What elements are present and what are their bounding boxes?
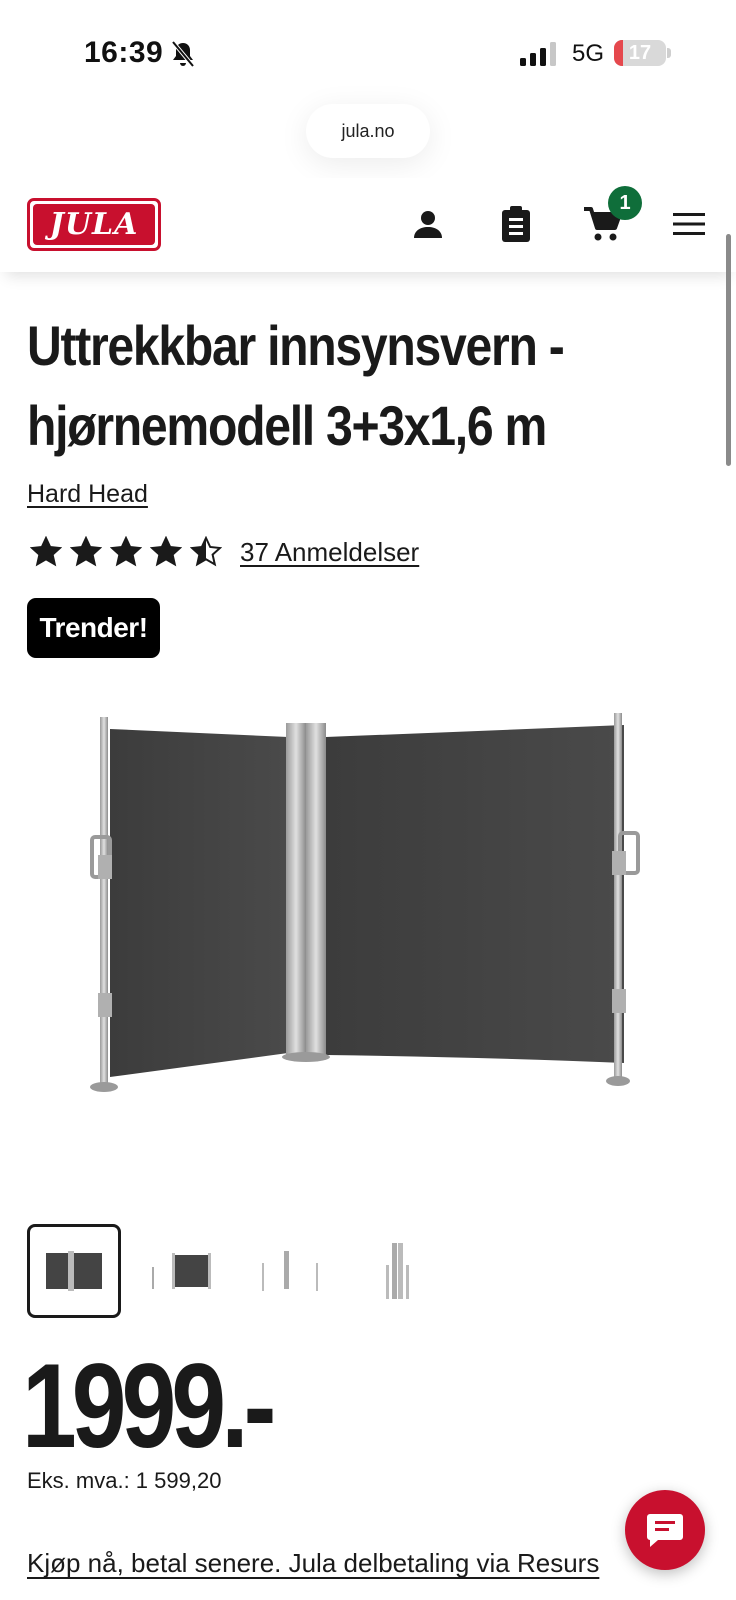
pay-later-link[interactable]: Kjøp nå, betal senere. Jula delbetaling … xyxy=(27,1548,599,1579)
price-ex-vat: Eks. mva.: 1 599,20 xyxy=(27,1468,222,1493)
chat-button[interactable] xyxy=(625,1490,705,1570)
url-bar[interactable]: jula.no xyxy=(306,104,430,158)
bell-off-icon xyxy=(171,40,195,68)
star-icon xyxy=(190,536,222,567)
hamburger-menu-icon xyxy=(673,213,705,235)
status-bar: 16:39 5G 17 xyxy=(0,0,736,100)
trending-badge: Trender! xyxy=(27,598,160,658)
thumbnail-1[interactable] xyxy=(27,1224,121,1318)
product-title: Uttrekkbar innsynsvern - hjørnemodell 3+… xyxy=(27,314,565,457)
logo-plate: JULA xyxy=(33,204,155,245)
brand-link[interactable]: Hard Head xyxy=(27,480,148,509)
page-scrollbar[interactable] xyxy=(726,234,731,466)
reviews-link[interactable]: 37 Anmeldelser xyxy=(240,537,419,568)
thumbnail-3[interactable] xyxy=(243,1224,337,1318)
status-time: 16:39 xyxy=(84,36,164,69)
thumbnail-2[interactable] xyxy=(135,1224,229,1318)
user-icon xyxy=(414,211,442,238)
thumbnail-strip xyxy=(27,1224,445,1318)
battery-nub xyxy=(667,48,671,58)
thumbnail-image xyxy=(386,1243,409,1299)
product-rating[interactable]: 37 Anmeldelser xyxy=(30,532,419,572)
site-header: JULA 1 xyxy=(0,178,736,272)
chat-icon xyxy=(647,1514,683,1547)
clipboard-icon xyxy=(502,206,530,242)
star-icon xyxy=(110,536,142,567)
star-icon xyxy=(30,536,62,567)
battery-icon: 17 xyxy=(614,40,666,66)
thumbnail-4[interactable] xyxy=(351,1224,445,1318)
thumbnail-image xyxy=(262,1251,318,1291)
menu-button[interactable] xyxy=(667,202,711,246)
logo-text: JULA xyxy=(49,207,139,242)
rating-stars xyxy=(30,536,222,568)
shopping-list-button[interactable] xyxy=(494,202,538,246)
signal-icon xyxy=(520,42,556,66)
product-image[interactable] xyxy=(80,705,660,1105)
cart-count-badge: 1 xyxy=(608,186,642,220)
thumbnail-image xyxy=(152,1253,211,1289)
account-button[interactable] xyxy=(406,202,450,246)
battery-level: 17 xyxy=(628,42,652,64)
product-price: 1999.- xyxy=(22,1339,276,1473)
star-icon xyxy=(150,536,182,567)
thumbnail-image xyxy=(46,1251,102,1291)
jula-logo[interactable]: JULA xyxy=(27,198,161,251)
star-icon xyxy=(70,536,102,567)
network-type: 5G xyxy=(572,40,605,67)
